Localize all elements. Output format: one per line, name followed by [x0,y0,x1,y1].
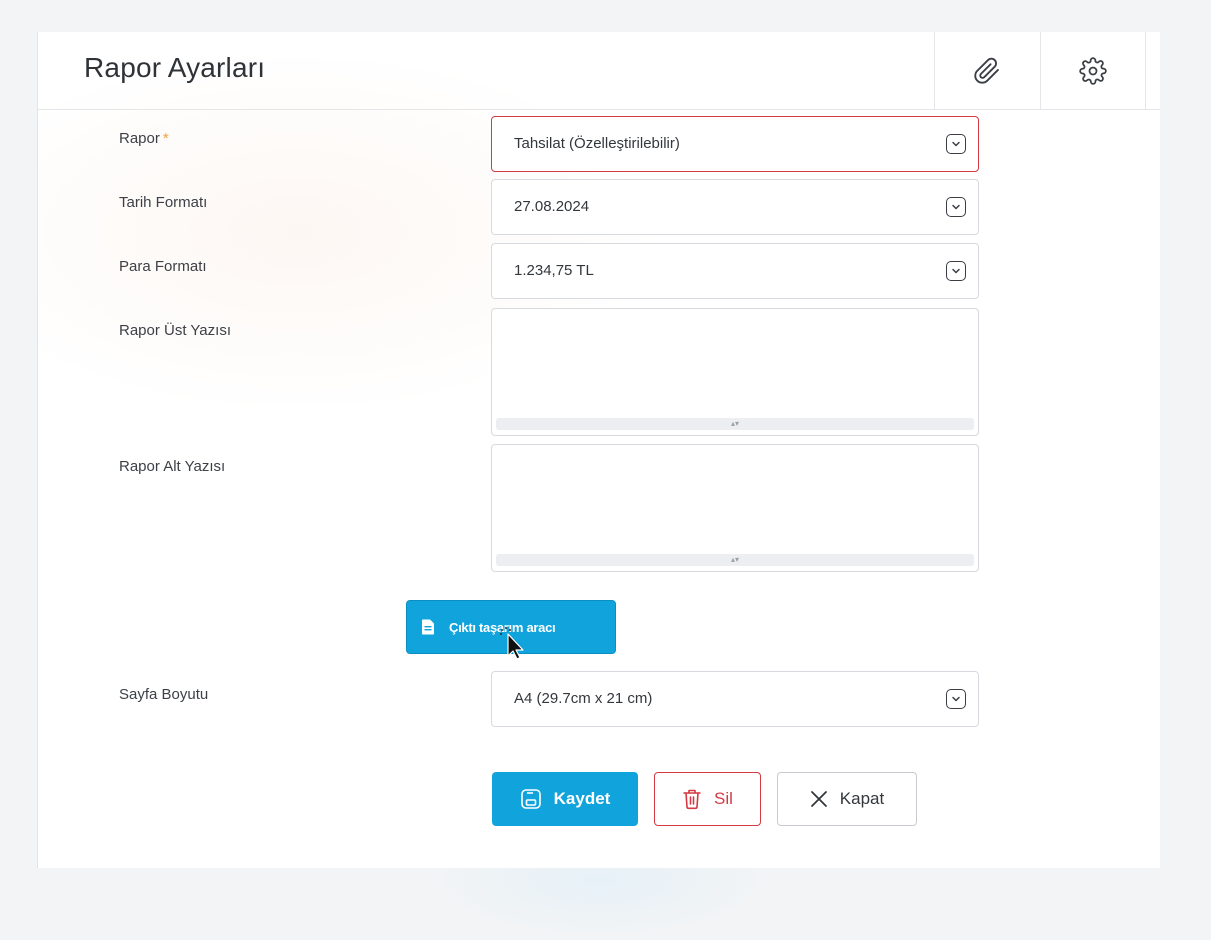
delete-label: Sil [714,789,733,808]
money-format-label: Para Formatı [119,258,207,275]
chevron-down-icon [946,134,966,154]
date-format-label: Tarih Formatı [119,194,208,211]
date-format-select[interactable]: 27.08.2024 [491,179,979,235]
chevron-down-icon [946,261,966,281]
panel-header: Rapor Ayarları [37,32,1160,110]
mouse-cursor-icon [498,624,524,665]
settings-button[interactable] [1040,32,1146,109]
footer-text-label: Rapor Alt Yazısı [119,458,226,475]
required-mark: * [162,130,169,147]
report-select-value: Tahsilat (Özelleştirilebilir) [514,135,680,152]
close-button[interactable]: Kapat [777,772,917,826]
panel-left-border [37,32,38,868]
money-format-value: 1.234,75 TL [514,262,594,279]
save-icon [520,788,542,810]
attach-button[interactable] [934,32,1039,109]
report-select[interactable]: Tahsilat (Özelleştirilebilir) [491,116,979,172]
header-text-label: Rapor Üst Yazısı [119,322,231,339]
close-icon [810,790,828,808]
date-format-value: 27.08.2024 [514,198,590,215]
save-label: Kaydet [553,789,611,808]
gear-icon [1079,56,1107,85]
page-size-select[interactable]: A4 (29.7cm x 21 cm) [491,671,979,727]
close-label: Kapat [839,789,885,808]
report-settings-panel: Rapor Ayarları Rapor * Tahsilat (Özelleşt… [37,32,1160,868]
save-button[interactable]: Kaydet [492,772,638,826]
page-size-value: A4 (29.7cm x 21 cm) [514,690,653,707]
chevron-down-icon [946,197,966,217]
delete-button[interactable]: Sil [654,772,761,826]
trash-icon [682,788,702,810]
page-title: Rapor Ayarları [84,52,266,83]
document-icon [421,619,435,635]
resize-handle[interactable]: ▴▾ [496,418,974,430]
page-size-label: Sayfa Boyutu [119,686,209,703]
header-text-textarea[interactable]: ▴▾ [491,308,979,436]
paperclip-icon [974,57,999,84]
chevron-down-icon [946,689,966,709]
report-label-text: Rapor [119,130,160,147]
money-format-select[interactable]: 1.234,75 TL [491,243,979,299]
resize-handle[interactable]: ▴▾ [496,554,974,566]
report-label: Rapor * [119,130,169,147]
footer-text-textarea[interactable]: ▴▾ [491,444,979,572]
